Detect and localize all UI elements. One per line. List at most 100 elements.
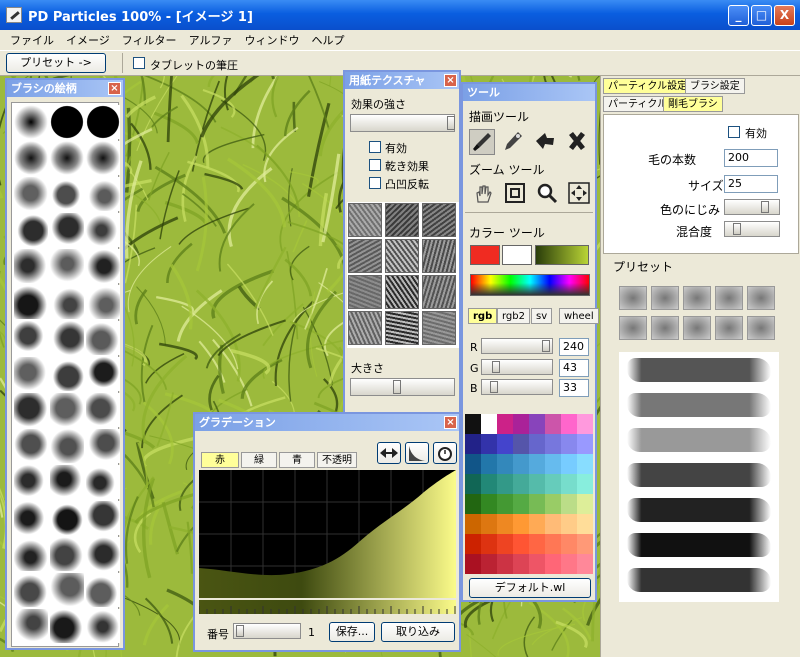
gradation-palette-close-icon[interactable]: × bbox=[444, 416, 457, 429]
color-swatch[interactable] bbox=[481, 514, 497, 534]
color-swatch[interactable] bbox=[465, 494, 481, 514]
mix-slider[interactable] bbox=[724, 221, 780, 237]
preset-button[interactable]: プリセット -> bbox=[6, 53, 106, 73]
b-value-field[interactable]: 33 bbox=[559, 379, 589, 397]
color-swatch[interactable] bbox=[497, 514, 513, 534]
color-swatch[interactable] bbox=[561, 554, 577, 574]
paper-texture-item[interactable] bbox=[348, 239, 382, 273]
preset-icon[interactable] bbox=[715, 286, 743, 310]
color-swatch[interactable] bbox=[497, 474, 513, 494]
brush-shape-item[interactable] bbox=[50, 609, 84, 643]
menu-window[interactable]: ウィンドウ bbox=[238, 32, 305, 48]
paper-enable-checkbox[interactable] bbox=[369, 141, 381, 153]
color-swatch[interactable] bbox=[513, 534, 529, 554]
g-slider[interactable] bbox=[481, 359, 553, 375]
brush-shape-item[interactable] bbox=[86, 465, 120, 499]
brush-shape-item[interactable] bbox=[14, 249, 48, 283]
paper-texture-item[interactable] bbox=[385, 239, 419, 273]
color-swatch[interactable] bbox=[481, 454, 497, 474]
brush-shape-item[interactable] bbox=[14, 357, 48, 391]
brush-shape-item[interactable] bbox=[14, 213, 48, 247]
paper-palette-close-icon[interactable]: × bbox=[444, 74, 457, 87]
color-spectrum[interactable] bbox=[470, 274, 590, 296]
timer-button[interactable] bbox=[433, 442, 457, 464]
color-swatch[interactable] bbox=[577, 474, 593, 494]
color-swatch[interactable] bbox=[481, 494, 497, 514]
color-swatch[interactable] bbox=[577, 514, 593, 534]
color-swatch[interactable] bbox=[545, 554, 561, 574]
eraser-tool[interactable] bbox=[565, 129, 591, 155]
color-swatch[interactable] bbox=[529, 434, 545, 454]
color-swatch[interactable] bbox=[561, 454, 577, 474]
brush-shape-item[interactable] bbox=[50, 393, 84, 427]
pen-tool[interactable] bbox=[501, 129, 527, 155]
gradation-number-slider[interactable] bbox=[233, 623, 301, 639]
color-swatch[interactable] bbox=[529, 474, 545, 494]
preset-icon[interactable] bbox=[715, 316, 743, 340]
preset-icon[interactable] bbox=[747, 316, 775, 340]
color-swatch[interactable] bbox=[513, 454, 529, 474]
color-swatch[interactable] bbox=[545, 434, 561, 454]
color-swatch[interactable] bbox=[561, 414, 577, 434]
brush-shape-item[interactable] bbox=[50, 537, 84, 571]
color-swatch[interactable] bbox=[561, 514, 577, 534]
paper-texture-item[interactable] bbox=[385, 311, 419, 345]
close-button[interactable]: X bbox=[774, 5, 795, 26]
color-swatch[interactable] bbox=[561, 434, 577, 454]
tab-rgb[interactable]: rgb bbox=[468, 308, 498, 324]
bristle-enable-checkbox[interactable] bbox=[728, 126, 740, 138]
brush-shape-item[interactable] bbox=[86, 213, 120, 247]
brush-shape-item[interactable] bbox=[14, 141, 48, 175]
brush-shape-item[interactable] bbox=[86, 573, 120, 607]
color-swatch[interactable] bbox=[481, 554, 497, 574]
tab-blue[interactable]: 青 bbox=[279, 452, 315, 468]
color-swatch[interactable] bbox=[529, 454, 545, 474]
preset-icon[interactable] bbox=[683, 286, 711, 310]
brush-shape-item[interactable] bbox=[14, 501, 48, 535]
menu-help[interactable]: ヘルプ bbox=[305, 32, 350, 48]
g-value-field[interactable]: 43 bbox=[559, 359, 589, 377]
brush-shape-item[interactable] bbox=[14, 393, 48, 427]
color-swatch[interactable] bbox=[561, 534, 577, 554]
brush-shape-item[interactable] bbox=[86, 501, 120, 535]
color-swatch[interactable] bbox=[513, 434, 529, 454]
fullscreen-tool[interactable] bbox=[567, 181, 591, 205]
color-swatch[interactable] bbox=[497, 554, 513, 574]
menu-alpha[interactable]: アルファ bbox=[183, 32, 239, 48]
color-swatch[interactable] bbox=[465, 554, 481, 574]
hair-count-field[interactable]: 200 bbox=[724, 149, 778, 167]
curve-button[interactable] bbox=[405, 442, 429, 464]
dry-effect-checkbox[interactable] bbox=[369, 159, 381, 171]
brush-shape-item[interactable] bbox=[86, 105, 120, 139]
menu-filter[interactable]: フィルター bbox=[116, 32, 183, 48]
invert-bump-checkbox[interactable] bbox=[369, 177, 381, 189]
color-swatch[interactable] bbox=[561, 494, 577, 514]
preset-icon[interactable] bbox=[747, 286, 775, 310]
brush-shape-item[interactable] bbox=[86, 537, 120, 571]
color-swatch[interactable] bbox=[465, 474, 481, 494]
stroke-preset-item[interactable] bbox=[627, 358, 771, 382]
brush-shape-item[interactable] bbox=[86, 357, 120, 391]
color-swatch[interactable] bbox=[545, 474, 561, 494]
default-palette-button[interactable]: デフォルト.wl bbox=[469, 578, 591, 598]
stroke-preset-item[interactable] bbox=[627, 463, 771, 487]
color-swatch[interactable] bbox=[529, 414, 545, 434]
color-swatch[interactable] bbox=[497, 534, 513, 554]
brush-shape-item[interactable] bbox=[50, 105, 84, 139]
color-swatch[interactable] bbox=[545, 454, 561, 474]
brush-shape-item[interactable] bbox=[50, 177, 84, 211]
flip-button[interactable] bbox=[377, 442, 401, 464]
tab-opacity[interactable]: 不透明 bbox=[317, 452, 357, 468]
preset-icon[interactable] bbox=[683, 316, 711, 340]
tab-brush-settings[interactable]: ブラシ設定 bbox=[685, 78, 745, 94]
color-swatch[interactable] bbox=[529, 534, 545, 554]
color-swatch[interactable] bbox=[577, 534, 593, 554]
brush-shape-item[interactable] bbox=[50, 285, 84, 319]
brush-shape-item[interactable] bbox=[86, 393, 120, 427]
brush-shape-item[interactable] bbox=[50, 429, 84, 463]
preset-icon[interactable] bbox=[619, 286, 647, 310]
brush-shape-item[interactable] bbox=[86, 321, 120, 355]
brush-shape-item[interactable] bbox=[14, 321, 48, 355]
brush-shape-item[interactable] bbox=[86, 429, 120, 463]
brush-palette-close-icon[interactable]: × bbox=[108, 82, 121, 95]
